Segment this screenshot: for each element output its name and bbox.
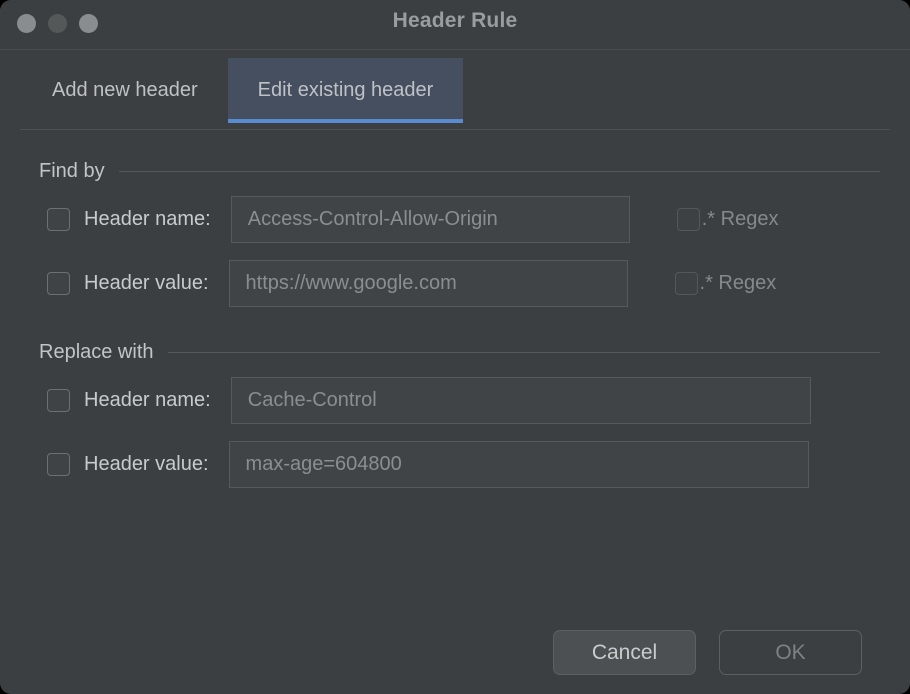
replace-header-name-label: Header name:	[84, 389, 211, 412]
find-header-value-row: Header value: https://www.google.com .* …	[20, 255, 890, 311]
window-title: Header Rule	[0, 9, 910, 33]
tab-edit-existing-header-label: Edit existing header	[258, 79, 434, 102]
tab-add-new-header-label: Add new header	[52, 79, 198, 102]
header-rule-dialog: Header Rule Add new header Edit existing…	[0, 0, 910, 694]
section-divider-replace-with	[168, 352, 880, 353]
find-header-value-regex-label: .* Regex	[700, 272, 777, 295]
cancel-button[interactable]: Cancel	[553, 630, 696, 675]
find-header-name-row: Header name: Access-Control-Allow-Origin…	[20, 191, 890, 247]
replace-header-name-row: Header name: Cache-Control	[20, 372, 890, 428]
section-divider-find-by	[119, 171, 880, 172]
section-title-find-by: Find by	[39, 160, 105, 183]
section-header-find-by: Find by	[20, 160, 890, 183]
cancel-button-label: Cancel	[592, 641, 657, 665]
title-bar: Header Rule	[0, 0, 910, 50]
replace-header-value-row: Header value: max-age=604800	[20, 436, 890, 492]
find-header-name-input[interactable]: Access-Control-Allow-Origin	[231, 196, 630, 243]
find-header-name-regex-label: .* Regex	[702, 208, 779, 231]
find-header-value-checkbox[interactable]	[47, 272, 70, 295]
tab-add-new-header[interactable]: Add new header	[22, 58, 228, 123]
find-header-value-input[interactable]: https://www.google.com	[229, 260, 628, 307]
find-header-value-regex-checkbox[interactable]	[675, 272, 698, 295]
find-header-name-placeholder: Access-Control-Allow-Origin	[248, 208, 498, 231]
find-header-value-regex-group[interactable]: .* Regex	[675, 272, 777, 295]
section-title-replace-with: Replace with	[39, 341, 154, 364]
tab-bar: Add new header Edit existing header	[0, 50, 910, 130]
find-header-name-regex-group[interactable]: .* Regex	[677, 208, 779, 231]
section-header-replace-with: Replace with	[20, 341, 890, 364]
find-header-name-regex-checkbox[interactable]	[677, 208, 700, 231]
ok-button[interactable]: OK	[719, 630, 862, 675]
ok-button-label: OK	[775, 641, 805, 665]
find-header-name-checkbox[interactable]	[47, 208, 70, 231]
replace-header-name-checkbox[interactable]	[47, 389, 70, 412]
dialog-footer: Cancel OK	[0, 630, 910, 675]
replace-header-value-placeholder: max-age=604800	[246, 453, 402, 476]
replace-header-value-input[interactable]: max-age=604800	[229, 441, 809, 488]
dialog-content: Find by Header name: Access-Control-Allo…	[0, 160, 910, 492]
tab-bar-divider	[20, 129, 890, 130]
find-header-value-placeholder: https://www.google.com	[246, 272, 457, 295]
replace-header-value-checkbox[interactable]	[47, 453, 70, 476]
replace-header-value-label: Header value:	[84, 453, 209, 476]
tab-edit-existing-header[interactable]: Edit existing header	[228, 58, 464, 123]
replace-header-name-placeholder: Cache-Control	[248, 389, 377, 412]
find-header-value-label: Header value:	[84, 272, 209, 295]
find-header-name-label: Header name:	[84, 208, 211, 231]
replace-header-name-input[interactable]: Cache-Control	[231, 377, 811, 424]
